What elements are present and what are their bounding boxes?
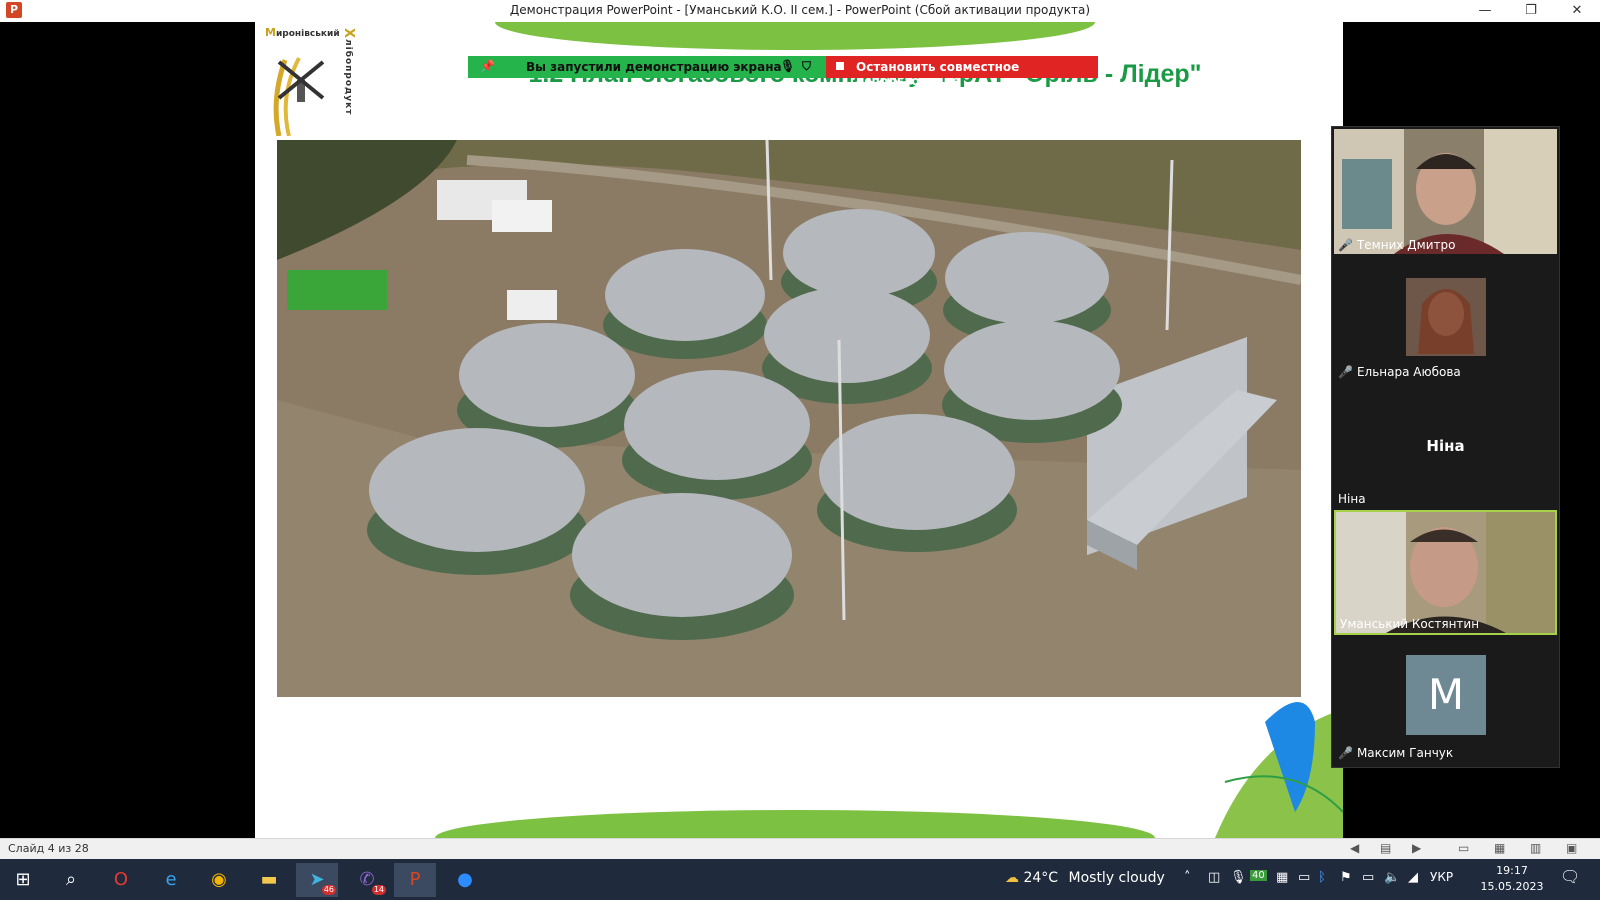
search-icon[interactable]: ⌕ (50, 863, 92, 897)
window-titlebar: P Демонстрация PowerPoint - [Уманський К… (0, 0, 1600, 23)
mic-icon[interactable]: 🎙 (780, 59, 795, 73)
participant-tile-active-speaker[interactable]: Уманський Костянтин (1334, 510, 1557, 635)
tray-counter[interactable]: 40 (1250, 870, 1267, 881)
weather-widget[interactable]: ☁ 24°C Mostly cloudy (1005, 870, 1165, 886)
network-app-icon[interactable]: ▦ (1276, 870, 1288, 885)
taskbar: ⊞ ⌕ O e ◉ ▬ ➤ 46 ✆ 14 P ● ☁ 24°C Mostly cl… (0, 859, 1600, 900)
shield-icon[interactable]: ⛉ (802, 59, 811, 74)
telegram-icon[interactable]: ➤ 46 (296, 863, 338, 897)
participant-name: Уманський Костянтин (1340, 617, 1480, 631)
security-icon[interactable]: ⚑ (1340, 870, 1352, 885)
clock-date: 15.05.2023 (1480, 880, 1544, 893)
muted-mic-icon: 🎤 (1338, 238, 1353, 252)
participant-video (1334, 129, 1557, 254)
next-slide-icon[interactable]: ▶ (1412, 841, 1421, 855)
bluetooth-icon[interactable]: ᛒ (1318, 870, 1326, 885)
participant-name: Ніна (1338, 492, 1366, 506)
normal-view-icon[interactable]: ▭ (1458, 841, 1469, 855)
weather-temp: 24°C (1023, 870, 1059, 886)
file-explorer-icon[interactable]: ▬ (248, 863, 290, 897)
camera-icon[interactable]: ◫ (1208, 870, 1220, 885)
share-status-bar[interactable]: 📌 Вы запустили демонстрацию экрана 🎙 ⛉ (468, 56, 826, 78)
participant-name: 🎤 Ельнара Аюбова (1338, 365, 1461, 379)
biogas-plant-photo (277, 140, 1301, 697)
muted-mic-icon: 🎤 (1338, 746, 1353, 760)
notification-icon[interactable]: 🗨 (1560, 867, 1580, 886)
participant-name: 🎤 Темних Дмитро (1338, 238, 1456, 252)
participant-tile[interactable]: 🎤 Ельнара Аюбова (1334, 256, 1557, 381)
screen-share-bar: 📌 Вы запустили демонстрацию экрана 🎙 ⛉ О… (468, 56, 1098, 88)
monitor-icon[interactable]: ▭ (1298, 870, 1310, 885)
slide-sorter-icon[interactable]: ▦ (1494, 841, 1505, 855)
participant-tile[interactable]: 🎤 Темних Дмитро (1334, 129, 1557, 254)
opera-icon[interactable]: O (100, 863, 142, 897)
slideshow-stage: Миронівський Хлібопродукт 1.2 План біога… (0, 22, 1600, 838)
share-status-text: Вы запустили демонстрацию экрана (526, 60, 782, 74)
participant-tile[interactable]: Ніна Ніна (1334, 383, 1557, 508)
minimize-button[interactable]: — (1462, 0, 1508, 22)
cloud-icon: ☁ (1005, 870, 1019, 886)
participant-name: 🎤 Максим Ганчук (1338, 746, 1454, 760)
windmill-wheat-icon (273, 57, 325, 136)
stop-icon (836, 62, 844, 70)
stop-share-label: Остановить совместное использование (856, 60, 1020, 88)
viber-badge: 14 (371, 885, 386, 895)
participant-video (1336, 512, 1555, 633)
participants-panel: 🎤 Темних Дмитро 🎤 Ельнара Аюбова Ніна Ніна (1331, 126, 1560, 768)
slide[interactable]: Миронівський Хлібопродукт 1.2 План біога… (255, 22, 1343, 838)
weather-text: Mostly cloudy (1068, 870, 1165, 886)
status-bar: Слайд 4 из 28 ◀ ▤ ▶ ▭ ▦ ▥ ▣ (0, 838, 1600, 859)
volume-icon[interactable]: 🔈 (1384, 870, 1400, 885)
muted-mic-icon: 🎤 (1338, 365, 1353, 379)
stop-share-button[interactable]: Остановить совместное использование (826, 56, 1098, 88)
participant-display-name: Ніна (1426, 437, 1465, 455)
microphone-icon[interactable]: 🎙 (1230, 870, 1247, 885)
participant-video (1334, 256, 1557, 381)
bottom-green-swoosh (435, 810, 1155, 838)
powerpoint-taskbar-icon[interactable]: P (394, 863, 436, 897)
zoom-icon[interactable]: ● (444, 863, 486, 897)
top-green-swoosh (495, 22, 1095, 50)
close-button[interactable]: ✕ (1554, 0, 1600, 22)
participant-tile[interactable]: M 🎤 Максим Ганчук (1334, 637, 1557, 762)
chrome-icon[interactable]: ◉ (198, 863, 240, 897)
wifi-icon[interactable]: ◢ (1408, 870, 1418, 885)
slide-counter: Слайд 4 из 28 (8, 842, 89, 855)
restore-button[interactable]: ❐ (1508, 0, 1554, 22)
slide-menu-icon[interactable]: ▤ (1380, 841, 1391, 855)
logo-vertical-text: Хлібопродукт (341, 28, 356, 116)
telegram-badge: 46 (321, 885, 336, 895)
language-indicator[interactable]: УКР (1430, 870, 1453, 884)
slideshow-view-icon[interactable]: ▣ (1566, 841, 1577, 855)
previous-slide-icon[interactable]: ◀ (1350, 841, 1359, 855)
clock[interactable]: 19:17 15.05.2023 (1472, 863, 1552, 895)
battery-icon[interactable]: ▭ (1362, 870, 1374, 885)
viber-icon[interactable]: ✆ 14 (346, 863, 388, 897)
chevron-up-icon[interactable]: ˄ (1184, 870, 1191, 885)
logo-text: Миронівський (265, 26, 340, 39)
pin-icon[interactable]: 📌 (480, 59, 495, 73)
window-title: Демонстрация PowerPoint - [Уманський К.О… (509, 3, 1091, 17)
reading-view-icon[interactable]: ▥ (1530, 841, 1541, 855)
clock-time: 19:17 (1496, 864, 1528, 877)
company-logo: Миронівський Хлібопродукт (265, 26, 356, 136)
edge-icon[interactable]: e (150, 863, 192, 897)
avatar: M (1406, 655, 1486, 735)
windows-start-icon[interactable]: ⊞ (2, 863, 44, 897)
